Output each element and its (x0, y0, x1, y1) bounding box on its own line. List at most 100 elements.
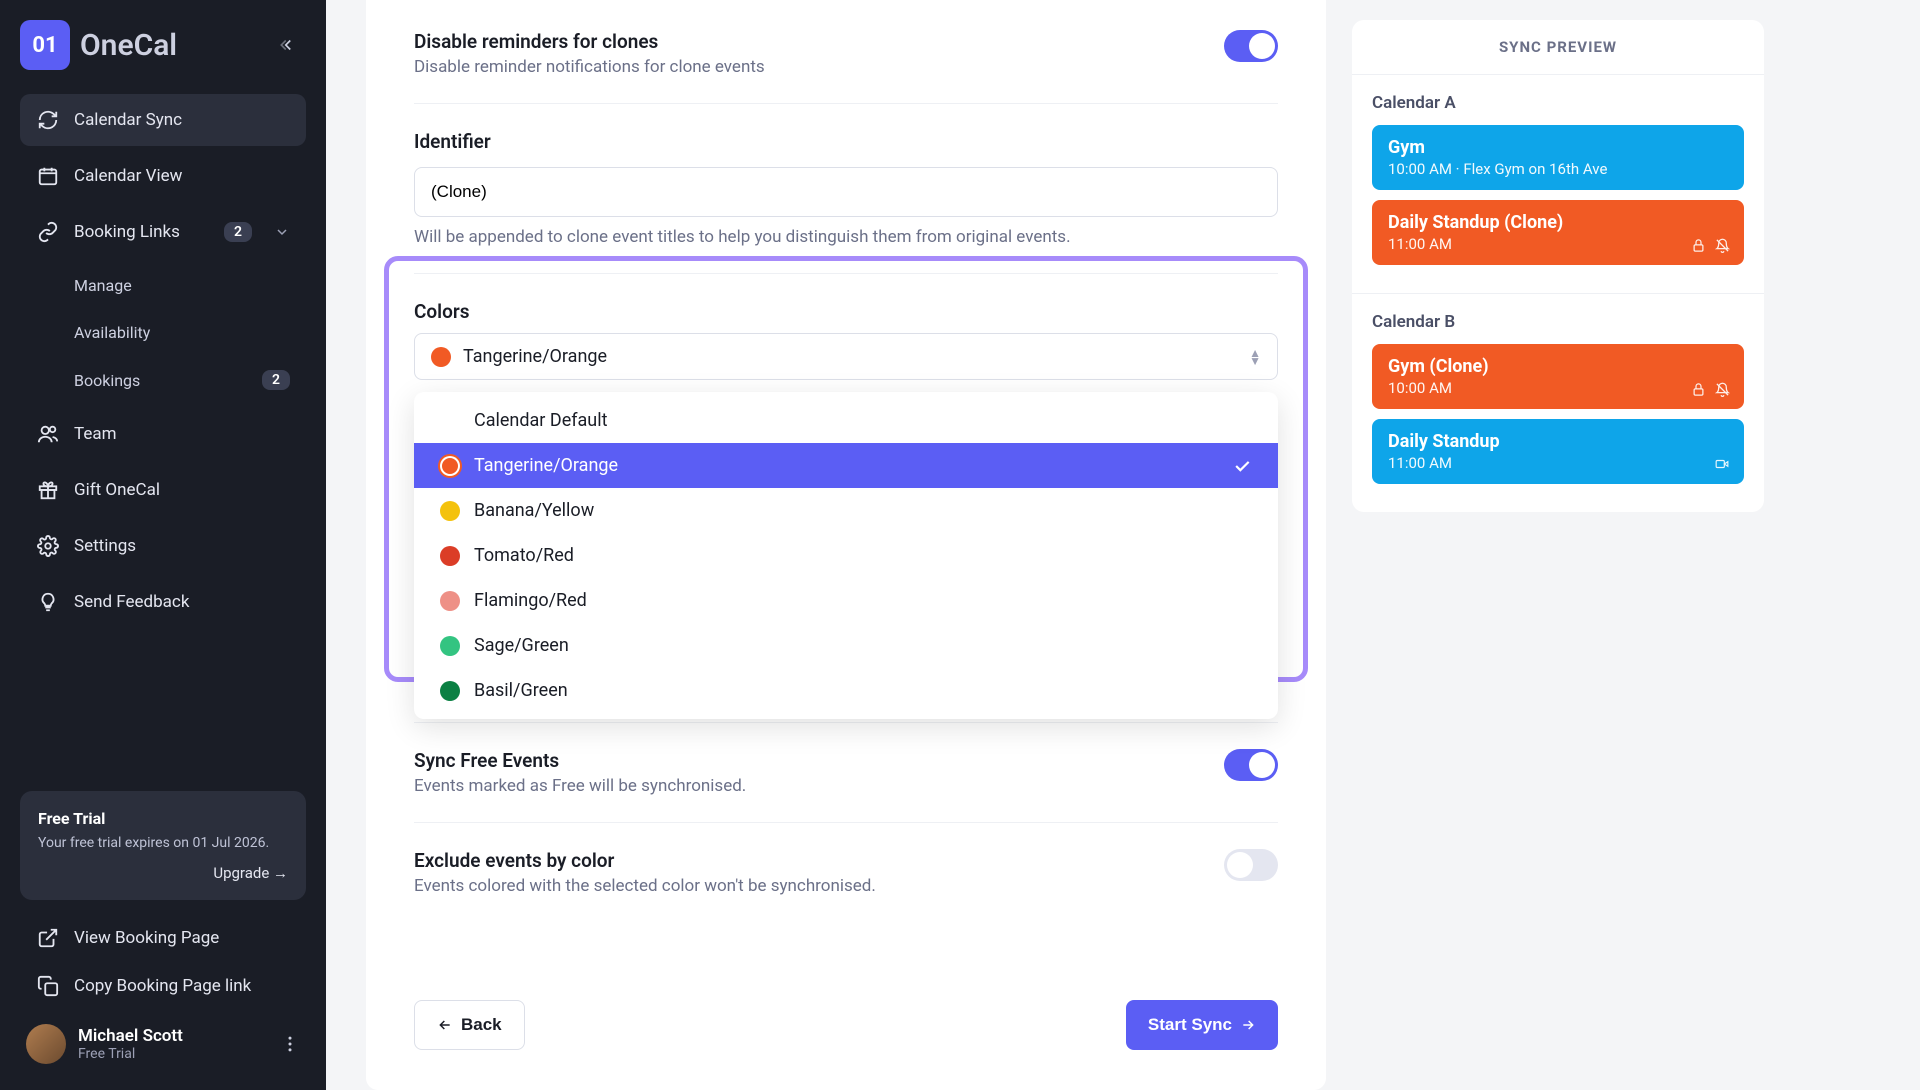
nav-feedback[interactable]: Send Feedback (20, 576, 306, 628)
preview-calendar-a: Calendar A Gym10:00 AM · Flex Gym on 16t… (1352, 75, 1764, 294)
more-icon[interactable] (280, 1034, 300, 1054)
nav-label: Bookings (74, 371, 140, 390)
user-name: Michael Scott (78, 1026, 183, 1046)
nav-gift[interactable]: Gift OneCal (20, 464, 306, 516)
toggle-disable-reminders[interactable] (1224, 30, 1278, 62)
nav-badge: 2 (262, 370, 290, 390)
preview-title: SYNC PREVIEW (1352, 20, 1764, 75)
bottom-links: View Booking Page Copy Booking Page link (20, 914, 306, 1010)
event-meta: 10:00 AM (1388, 379, 1728, 397)
color-option-label: Calendar Default (474, 410, 607, 431)
lock-icon (1690, 237, 1706, 253)
logo-badge: 01 (20, 20, 70, 70)
color-option-label: Tangerine/Orange (474, 455, 618, 476)
bell-off-icon (1714, 237, 1730, 253)
user-menu[interactable]: Michael Scott Free Trial (20, 1010, 306, 1070)
event-title: Daily Standup (Clone) (1388, 212, 1728, 233)
copy-booking-link[interactable]: Copy Booking Page link (20, 962, 306, 1010)
color-option-label: Flamingo/Red (474, 590, 587, 611)
color-option[interactable]: Flamingo/Red (414, 578, 1278, 623)
nav-label: Calendar Sync (74, 110, 182, 130)
upgrade-link[interactable]: Upgrade → (213, 864, 288, 882)
gear-icon (36, 534, 60, 558)
color-swatch-icon (440, 636, 460, 656)
lightbulb-icon (36, 590, 60, 614)
back-label: Back (461, 1015, 502, 1035)
setting-title: Exclude events by color (414, 849, 876, 872)
nav-label: Copy Booking Page link (74, 976, 251, 996)
toggle-exclude-color[interactable] (1224, 849, 1278, 881)
trial-card: Free Trial Your free trial expires on 01… (20, 791, 306, 900)
bell-off-icon (1714, 381, 1730, 397)
color-dropdown[interactable]: Calendar Default Tangerine/Orange Banana/Y… (414, 392, 1278, 719)
nav-booking-links[interactable]: Booking Links 2 (20, 206, 306, 258)
logo[interactable]: 01 OneCal (20, 20, 177, 70)
event-meta: 11:00 AM (1388, 235, 1728, 253)
subnav-bookings[interactable]: Bookings 2 (20, 356, 306, 404)
event-icons (1690, 381, 1730, 397)
sidebar: 01 OneCal Calendar Sync Calendar View Bo… (0, 0, 326, 1090)
nav-label: Team (74, 424, 117, 444)
lock-icon (1690, 381, 1706, 397)
nav-label: Settings (74, 536, 136, 556)
color-option-label: Banana/Yellow (474, 500, 594, 521)
setting-exclude-color: Exclude events by color Events colored w… (414, 822, 1278, 922)
subnav-manage[interactable]: Manage (20, 262, 306, 309)
color-swatch-icon (431, 347, 451, 367)
primary-nav: Calendar Sync Calendar View Booking Link… (20, 94, 306, 628)
event-title: Gym (1388, 137, 1728, 158)
nav-label: Manage (74, 276, 132, 295)
color-option[interactable]: Basil/Green (414, 668, 1278, 713)
calendar-name: Calendar B (1362, 308, 1754, 344)
nav-calendar-view[interactable]: Calendar View (20, 150, 306, 202)
color-swatch-icon (440, 501, 460, 521)
start-label: Start Sync (1148, 1015, 1232, 1035)
collapse-sidebar-button[interactable] (270, 27, 306, 63)
color-option[interactable]: Calendar Default (414, 398, 1278, 443)
logo-text: OneCal (80, 28, 177, 63)
identifier-input[interactable] (414, 167, 1278, 217)
event-card: Daily Standup (Clone) 11:00 AM (1372, 200, 1744, 265)
setting-title: Disable reminders for clones (414, 30, 765, 53)
toggle-sync-free[interactable] (1224, 749, 1278, 781)
users-icon (36, 422, 60, 446)
color-swatch-icon (440, 681, 460, 701)
subnav-availability[interactable]: Availability (20, 309, 306, 356)
calendar-name: Calendar A (1362, 89, 1754, 125)
nav-calendar-sync[interactable]: Calendar Sync (20, 94, 306, 146)
booking-subnav: Manage Availability Bookings 2 (20, 262, 306, 404)
identifier-helper: Will be appended to clone event titles t… (414, 227, 1278, 247)
color-option[interactable]: Banana/Yellow (414, 488, 1278, 533)
color-option[interactable]: Sage/Green (414, 623, 1278, 668)
color-option-label: Basil/Green (474, 680, 568, 701)
event-title: Daily Standup (1388, 431, 1728, 452)
sync-icon (36, 108, 60, 132)
event-title: Gym (Clone) (1388, 356, 1728, 377)
preview-calendar-b: Calendar B Gym (Clone) 10:00 AM Daily Stan… (1352, 294, 1764, 512)
video-icon (1714, 456, 1730, 472)
color-swatch-icon (440, 456, 460, 476)
back-button[interactable]: Back (414, 1000, 525, 1050)
nav-label: Booking Links (74, 222, 180, 242)
setting-title: Identifier (414, 130, 1278, 153)
calendar-icon (36, 164, 60, 188)
nav-team[interactable]: Team (20, 408, 306, 460)
color-option[interactable]: Tangerine/Orange (414, 443, 1278, 488)
color-option[interactable]: Tomato/Red (414, 533, 1278, 578)
event-icons (1714, 456, 1730, 472)
chevron-down-icon (274, 224, 290, 240)
selected-color-label: Tangerine/Orange (463, 346, 607, 367)
panel-footer: Back Start Sync (414, 980, 1278, 1050)
color-option-label: Tomato/Red (474, 545, 574, 566)
user-plan: Free Trial (78, 1046, 183, 1062)
view-booking-page-link[interactable]: View Booking Page (20, 914, 306, 962)
gift-icon (36, 478, 60, 502)
setting-sync-free: Sync Free Events Events marked as Free w… (414, 722, 1278, 822)
setting-title: Sync Free Events (414, 749, 746, 772)
nav-settings[interactable]: Settings (20, 520, 306, 572)
start-sync-button[interactable]: Start Sync (1126, 1000, 1278, 1050)
color-select[interactable]: Tangerine/Orange ▲▼ (414, 333, 1278, 380)
event-card: Gym (Clone) 10:00 AM (1372, 344, 1744, 409)
nav-label: Send Feedback (74, 592, 189, 612)
event-card: Gym10:00 AM · Flex Gym on 16th Ave (1372, 125, 1744, 190)
